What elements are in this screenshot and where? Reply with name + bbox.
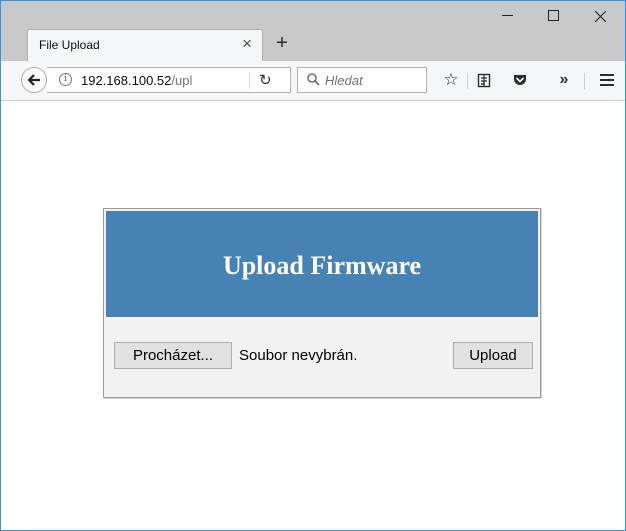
file-status-text: Soubor nevybrán. [239,347,358,364]
browse-button[interactable]: Procházet... [114,342,232,369]
url-path: /upl [171,73,193,88]
back-button[interactable] [21,67,47,93]
new-tab-button[interactable]: + [271,32,293,54]
maximize-icon [548,10,559,21]
back-arrow-icon [27,74,40,86]
tab-title: File Upload [39,38,100,52]
minimize-icon [502,15,513,16]
reload-icon[interactable]: ↻ [259,71,272,89]
minimize-button[interactable] [485,1,531,31]
url-host: 192.168.100.52 [81,73,172,88]
overflow-chevron-icon[interactable]: » [554,70,574,90]
close-icon [595,11,606,22]
navigation-bar: i 192.168.100.52/upl ↻ Hledat ☆ » [1,61,625,101]
search-placeholder: Hledat [325,73,363,88]
upload-form: Procházet... Soubor nevybrán. Upload [106,317,538,395]
title-bar: File Upload × + [1,1,625,61]
tab-file-upload[interactable]: File Upload × [27,29,263,61]
browser-window: File Upload × + i 192.168.100.52/upl ↻ H… [0,0,626,531]
upload-button[interactable]: Upload [453,342,533,369]
close-window-button[interactable] [578,1,624,31]
star-icon[interactable]: ☆ [441,70,461,90]
upload-panel: Upload Firmware Procházet... Soubor nevy… [103,208,541,398]
hamburger-menu-icon[interactable] [597,70,617,90]
page-title: Upload Firmware [222,251,422,280]
url-bar[interactable]: i 192.168.100.52/upl ↻ [47,67,291,93]
maximize-button[interactable] [531,1,577,31]
page-content: Upload Firmware Procházet... Soubor nevy… [1,101,625,530]
search-bar[interactable]: Hledat [297,67,427,93]
pocket-icon[interactable] [510,70,530,90]
url-text[interactable]: 192.168.100.52/upl [81,73,231,88]
reader-view-icon[interactable] [474,70,494,90]
search-icon [307,73,320,86]
toolbar-separator [584,73,585,89]
toolbar-separator [467,73,468,89]
info-icon[interactable]: i [59,73,72,86]
url-separator [249,72,250,89]
panel-header: Upload Firmware [106,211,538,317]
tab-close-icon[interactable]: × [242,35,252,53]
